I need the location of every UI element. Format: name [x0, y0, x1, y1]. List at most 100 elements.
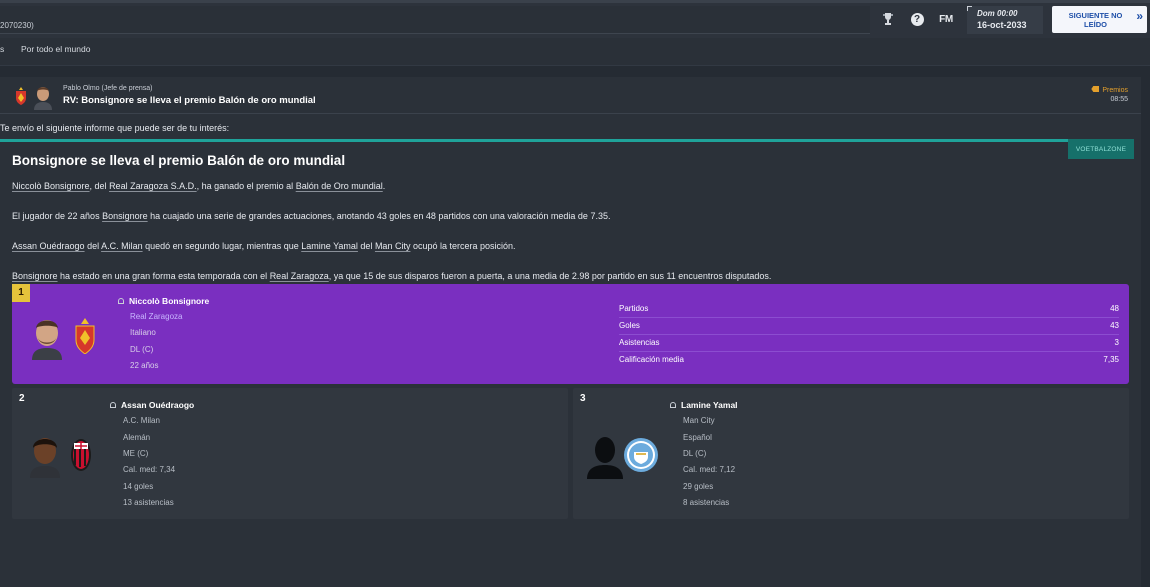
subnav-item-world[interactable]: Por todo el mundo — [21, 44, 90, 54]
player-position: DL (C) — [683, 449, 707, 458]
address-field[interactable]: 2070230) — [0, 6, 870, 34]
player-position: DL (C) — [130, 345, 154, 354]
text: , ha ganado el premio al — [196, 181, 296, 191]
player-assists: 13 asistencias — [123, 498, 174, 507]
winner-card: 1 Niccolò Bonsignore Real Zaragoza Itali… — [12, 284, 1129, 384]
second-place-card: 2 Assan Ouédraogo A.C. Milan Alemán ME (… — [12, 388, 568, 519]
player-silhouette-icon[interactable] — [587, 433, 623, 479]
stat-value: 3 — [1114, 338, 1119, 347]
club-crest-icon — [16, 87, 26, 105]
player-link[interactable]: Bonsignore — [102, 211, 148, 221]
stat-value: 43 — [1110, 321, 1119, 330]
player-goals: 14 goles — [123, 482, 154, 491]
trophy-icon-svg — [883, 13, 893, 25]
text: quedó en segundo lugar, mientras que — [142, 241, 302, 251]
player-link[interactable]: Lamine Yamal — [301, 241, 358, 251]
third-place-card: 3 Lamine Yamal Man City Español DL (C) C… — [573, 388, 1129, 519]
category-tag-label: Premios — [1102, 87, 1128, 94]
fm-logo-text: FM — [939, 13, 953, 25]
text: del — [357, 241, 375, 251]
message-header: Pablo Olmo (Jefe de prensa) RV: Bonsigno… — [0, 77, 1141, 114]
text: ha cuajado una serie de grandes actuacio… — [147, 211, 611, 221]
stat-label: Asistencias — [619, 338, 660, 347]
trophy-icon[interactable] — [880, 11, 896, 27]
text: El jugador de 22 años — [12, 211, 103, 221]
category-tag[interactable]: Premios — [1091, 86, 1128, 94]
divider — [619, 351, 1119, 352]
subnav-item-partial[interactable]: s — [0, 44, 4, 54]
message-time: 08:55 — [1110, 96, 1128, 103]
player-nationality: Alemán — [123, 433, 151, 442]
player-position: ME (C) — [123, 449, 149, 458]
player-name-row[interactable]: Lamine Yamal — [670, 400, 738, 410]
paragraph-3: Assan Ouédraogo del A.C. Milan quedó en … — [12, 241, 516, 251]
player-face[interactable] — [30, 314, 64, 360]
club-crest-icon[interactable] — [623, 437, 659, 473]
player-club[interactable]: Man City — [683, 416, 715, 425]
message-subject: RV: Bonsignore se lleva el premio Balón … — [63, 95, 316, 106]
game-date[interactable]: Dom 00:00 16-oct-2033 — [967, 6, 1043, 34]
player-link[interactable]: Bonsignore — [12, 271, 58, 281]
intro-text: Te envío el siguiente informe que puede … — [0, 123, 230, 133]
stat-label: Partidos — [619, 304, 649, 313]
rank-number: 2 — [19, 393, 25, 404]
player-name: Niccolò Bonsignore — [129, 296, 210, 306]
person-icon — [118, 298, 124, 304]
player-assists: 8 asistencias — [683, 498, 730, 507]
next-unread-button[interactable]: SIGUIENTE NO LEÍDO » — [1052, 6, 1147, 33]
text: del — [84, 241, 102, 251]
top-strip — [0, 0, 1150, 3]
person-icon — [110, 402, 116, 408]
person-icon — [670, 402, 676, 408]
text: , ya que 15 de sus disparos fueron a pue… — [328, 271, 772, 281]
divider — [619, 334, 1119, 335]
stat-value: 7,35 — [1103, 355, 1119, 364]
player-link[interactable]: Niccolò Bonsignore — [12, 181, 90, 191]
player-goals: 29 goles — [683, 482, 714, 491]
fm-logo-icon[interactable]: FM — [936, 11, 956, 27]
player-name-row[interactable]: Niccolò Bonsignore — [118, 296, 209, 306]
paragraph-2: El jugador de 22 años Bonsignore ha cuaj… — [12, 211, 610, 221]
award-link[interactable]: Balón de Oro mundial — [296, 181, 383, 191]
player-name-row[interactable]: Assan Ouédraogo — [110, 400, 194, 410]
player-rating: Cal. med: 7,12 — [683, 465, 736, 474]
player-nationality: Italiano — [130, 328, 156, 337]
club-link[interactable]: Man City — [375, 241, 411, 251]
player-club[interactable]: Real Zaragoza — [130, 312, 182, 321]
game-time: Dom 00:00 — [977, 9, 1018, 18]
next-unread-label: SIGUIENTE NO LEÍDO — [1068, 11, 1123, 29]
game-date-text: 16-oct-2033 — [977, 20, 1027, 30]
article-headline: Bonsignore se lleva el premio Balón de o… — [12, 153, 346, 168]
address-text: 2070230) — [0, 21, 34, 30]
club-crest-icon[interactable] — [74, 318, 96, 354]
top-bar: 2070230) ? FM Dom 00:00 16-oct-2033 SIGU… — [0, 0, 1150, 38]
sender-avatar — [34, 87, 52, 110]
club-link[interactable]: A.C. Milan — [101, 241, 143, 251]
help-icon[interactable]: ? — [909, 11, 925, 27]
player-club[interactable]: A.C. Milan — [123, 416, 160, 425]
article-accent-line — [0, 139, 1070, 142]
text: . — [382, 181, 386, 191]
club-crest-icon[interactable] — [70, 437, 92, 473]
sender-name: Pablo Olmo (Jefe de prensa) — [63, 85, 153, 92]
source-tab[interactable]: VOETBALZONE — [1068, 139, 1134, 159]
double-chevron-icon: » — [1136, 9, 1143, 23]
club-link[interactable]: Real Zaragoza S.A.D. — [109, 181, 197, 191]
player-name: Assan Ouédraogo — [121, 400, 195, 410]
player-face[interactable] — [28, 432, 62, 478]
paragraph-4: Bonsignore ha estado en una gran forma e… — [12, 271, 771, 281]
player-link[interactable]: Assan Ouédraogo — [12, 241, 85, 251]
rank-badge: 1 — [12, 284, 30, 302]
divider — [619, 317, 1119, 318]
club-link[interactable]: Real Zaragoza — [270, 271, 329, 281]
text: ha estado en una gran forma esta tempora… — [57, 271, 270, 281]
rank-number: 3 — [580, 393, 586, 404]
player-age: 22 años — [130, 361, 159, 370]
stat-value: 48 — [1110, 304, 1119, 313]
text: , del — [89, 181, 110, 191]
player-name: Lamine Yamal — [681, 400, 738, 410]
stat-label: Calificación media — [619, 355, 684, 364]
tag-icon — [1091, 86, 1100, 92]
paragraph-1: Niccolò Bonsignore, del Real Zaragoza S.… — [12, 181, 385, 191]
sub-navigation: s Por todo el mundo — [0, 38, 1150, 66]
